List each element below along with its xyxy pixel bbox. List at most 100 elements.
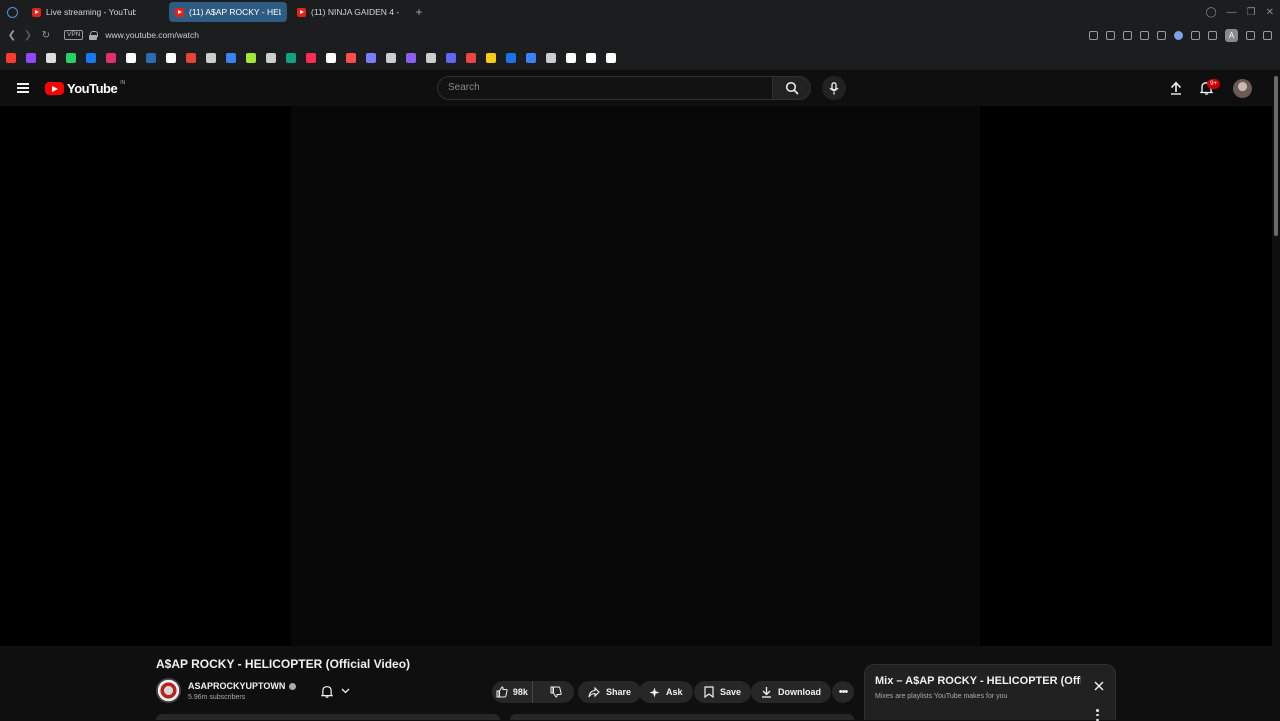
bookmark-icon[interactable] xyxy=(506,53,516,63)
bookmark-icon[interactable] xyxy=(346,53,356,63)
bookmark-icon[interactable] xyxy=(186,53,196,63)
address-bar-actions: A xyxy=(1089,24,1272,46)
bookmark-icon[interactable] xyxy=(406,53,416,63)
like-dislike-group: 98k xyxy=(492,681,574,703)
channel-name-row[interactable]: ASAPROCKYUPTOWN xyxy=(188,681,297,691)
extension-icon[interactable] xyxy=(1174,30,1183,40)
bookmark-icon[interactable] xyxy=(546,53,556,63)
pin-icon[interactable] xyxy=(1089,30,1098,40)
guide-menu-icon[interactable] xyxy=(17,83,29,93)
heart-icon[interactable] xyxy=(1157,30,1166,40)
bookmark-icon[interactable] xyxy=(486,53,496,63)
scrollbar-thumb[interactable] xyxy=(1274,76,1278,236)
restore-icon[interactable]: ❐ xyxy=(1247,7,1256,18)
video-player[interactable] xyxy=(291,106,980,646)
microphone-icon xyxy=(829,81,839,94)
browser-menu-icon[interactable] xyxy=(1263,30,1272,40)
search-button[interactable] xyxy=(772,76,811,100)
search-input[interactable] xyxy=(448,82,748,93)
search-box xyxy=(437,76,773,100)
tab-label: (11) A$AP ROCKY - HELIC xyxy=(189,7,281,17)
puzzle-icon[interactable] xyxy=(1208,30,1217,40)
save-button[interactable]: Save xyxy=(694,681,752,703)
youtube-favicon-icon xyxy=(175,7,184,17)
bookmark-icon[interactable] xyxy=(26,53,36,63)
url-field[interactable]: www.youtube.com/watch xyxy=(105,30,199,40)
mix-close-button[interactable] xyxy=(1092,679,1106,693)
bookmark-icon[interactable] xyxy=(126,53,136,63)
comments-box-edge xyxy=(510,714,854,720)
bookmark-icon[interactable] xyxy=(466,53,476,63)
ask-label: Ask xyxy=(666,687,683,697)
dislike-button[interactable] xyxy=(539,681,574,703)
close-window-icon[interactable]: ✕ xyxy=(1266,7,1274,18)
page-scrollbar[interactable] xyxy=(1272,70,1280,720)
bookmark-icon[interactable] xyxy=(586,53,596,63)
bookmark-icon[interactable] xyxy=(106,53,116,63)
download-manager-icon[interactable] xyxy=(1246,30,1255,40)
bookmark-icon[interactable] xyxy=(366,53,376,63)
tab-ninja-gaiden[interactable]: (11) NINJA GAIDEN 4 - The xyxy=(291,2,407,22)
bookmark-icon[interactable] xyxy=(6,53,16,63)
new-tab-button[interactable]: + xyxy=(411,4,427,20)
bookmark-icon[interactable] xyxy=(166,53,176,63)
bookmark-icon[interactable] xyxy=(426,53,436,63)
bookmark-icon[interactable] xyxy=(86,53,96,63)
bookmark-icon[interactable] xyxy=(526,53,536,63)
bookmark-icon[interactable] xyxy=(446,53,456,63)
lock-icon[interactable] xyxy=(89,30,99,40)
back-icon[interactable]: ❮ xyxy=(4,27,20,43)
bell-icon xyxy=(320,685,333,698)
browser-profile-avatar[interactable]: A xyxy=(1225,28,1238,42)
bookmark-icon[interactable] xyxy=(246,53,256,63)
like-button[interactable]: 98k xyxy=(492,681,533,703)
save-label: Save xyxy=(720,687,742,697)
search-tabs-icon[interactable]: ◯ xyxy=(1205,7,1216,18)
bookmark-icon[interactable] xyxy=(226,53,236,63)
bookmark-icon[interactable] xyxy=(66,53,76,63)
audio-icon[interactable] xyxy=(1191,30,1200,40)
upload-icon xyxy=(1170,81,1182,95)
region-code: IN xyxy=(120,79,126,86)
more-actions-button[interactable]: ••• xyxy=(832,681,854,703)
minimize-icon[interactable]: — xyxy=(1227,7,1237,18)
download-button[interactable]: Download xyxy=(751,681,831,703)
send-icon[interactable] xyxy=(1140,30,1149,40)
voice-search-button[interactable] xyxy=(822,76,846,100)
bookmark-icon[interactable] xyxy=(306,53,316,63)
window-controls: ◯ — ❐ ✕ xyxy=(1205,0,1274,24)
share-button[interactable]: Share xyxy=(578,681,642,703)
youtube-logo[interactable]: YouTube IN xyxy=(45,79,126,96)
tab-label: Live streaming - YouTube xyxy=(46,7,136,17)
video-title: A$AP ROCKY - HELICOPTER (Official Video) xyxy=(156,657,411,671)
bookmark-icon[interactable] xyxy=(46,53,56,63)
bookmark-icon[interactable] xyxy=(606,53,616,63)
mix-playlist-panel[interactable]: Mix – A$AP ROCKY - HELICOPTER (Official … xyxy=(864,664,1116,721)
bookmark-icon[interactable] xyxy=(266,53,276,63)
youtube-wordmark: YouTube xyxy=(67,81,118,96)
mix-title[interactable]: Mix – A$AP ROCKY - HELICOPTER (Official … xyxy=(875,675,1081,687)
account-avatar[interactable] xyxy=(1233,79,1252,98)
browser-logo-icon[interactable] xyxy=(0,0,24,24)
snapshot-icon[interactable] xyxy=(1106,30,1115,40)
tab-live-streaming[interactable]: Live streaming - YouTube xyxy=(26,2,142,22)
subscription-notifications-button[interactable] xyxy=(312,680,358,702)
thumbs-up-icon xyxy=(496,686,508,698)
channel-name[interactable]: ASAPROCKYUPTOWN xyxy=(188,681,285,691)
bookmark-icon[interactable] xyxy=(286,53,296,63)
bookmark-icon[interactable] xyxy=(146,53,156,63)
mix-menu-icon[interactable] xyxy=(1096,709,1100,721)
bookmark-icon[interactable] xyxy=(206,53,216,63)
ask-button[interactable]: Ask xyxy=(639,681,693,703)
tab-helicopter[interactable]: (11) A$AP ROCKY - HELIC xyxy=(169,2,287,22)
create-upload-button[interactable] xyxy=(1166,78,1186,98)
vpn-badge[interactable]: VPN xyxy=(64,30,84,40)
forward-icon[interactable]: ❯ xyxy=(20,27,36,43)
bookmark-icon[interactable] xyxy=(566,53,576,63)
sparkle-icon xyxy=(649,687,660,697)
bookmark-icon[interactable] xyxy=(326,53,336,63)
bookmark-icon[interactable] xyxy=(386,53,396,63)
reload-icon[interactable]: ↻ xyxy=(38,27,54,43)
channel-avatar[interactable] xyxy=(156,678,181,703)
shield-icon[interactable] xyxy=(1123,30,1132,40)
